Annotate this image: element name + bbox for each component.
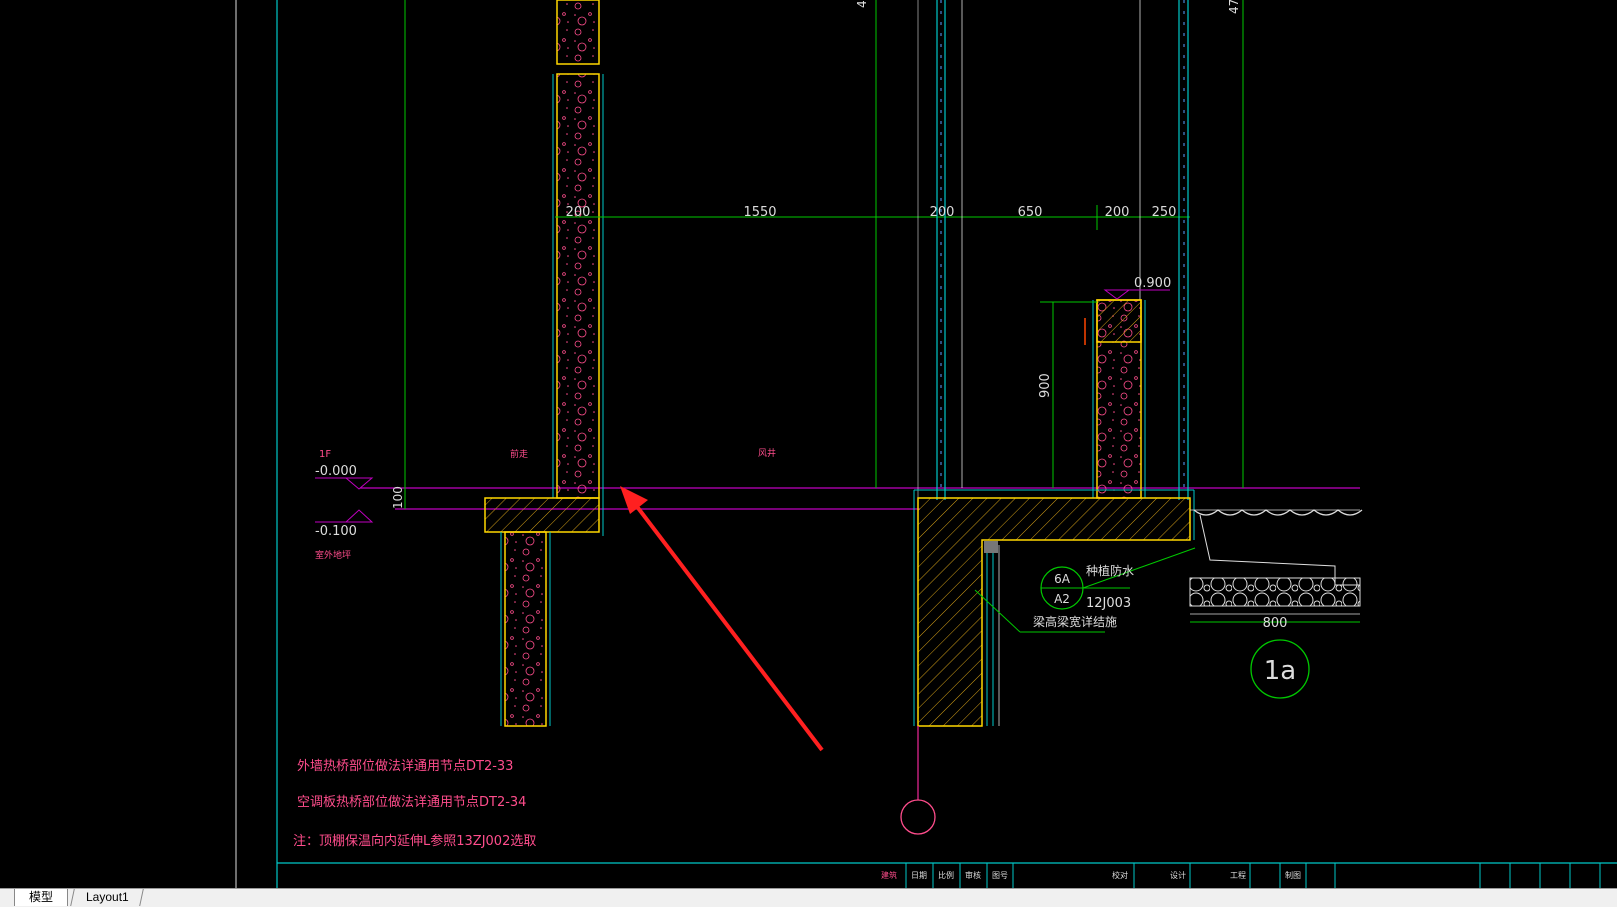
top-mark: 47 xyxy=(1227,0,1241,14)
right-wall-pair-2 xyxy=(1178,0,1189,500)
upper-wall-segment xyxy=(556,0,600,65)
tab-layout1[interactable]: Layout1 xyxy=(70,889,144,906)
title-cell: 审核 xyxy=(965,870,981,880)
title-cell: 校对 xyxy=(1112,870,1128,880)
note-line: 外墙热桥部位做法详通用节点DT2-33 xyxy=(297,759,513,774)
room-label-right: 风井 xyxy=(758,447,776,459)
cad-drawing-canvas[interactable]: 200 1550 200 650 200 250 900 100 800 1F … xyxy=(0,0,1617,888)
level-marker-icon xyxy=(1103,289,1131,300)
floor-level-label: -0.000 xyxy=(315,464,357,479)
note-line: 空调板热桥部位做法详通用节点DT2-34 xyxy=(297,795,526,810)
annotation-arrow-icon xyxy=(620,486,824,752)
detail-index-top: 6A xyxy=(1054,572,1071,586)
gravel-layer xyxy=(1189,577,1361,607)
title-block: 建筑 日期 比例 审核 图号 校对 设计 工程 制图 xyxy=(881,863,1601,888)
soil-line xyxy=(1193,509,1363,516)
insulation-block xyxy=(984,541,998,553)
floor-tag: 1F xyxy=(319,449,331,460)
right-slab-and-wall xyxy=(917,497,1191,727)
title-cell: 制图 xyxy=(1285,870,1301,880)
left-beam xyxy=(484,497,600,533)
right-wall-pair-1 xyxy=(936,0,963,500)
slab-thickness-label: 100 xyxy=(391,486,405,509)
dim-label: 200 xyxy=(930,205,955,220)
parapet-cap xyxy=(1096,299,1142,343)
planting-waterproof-label: 种植防水 xyxy=(1086,563,1134,578)
left-wall xyxy=(556,73,600,499)
title-cell: 工程 xyxy=(1230,871,1246,880)
axis-bubble xyxy=(900,799,936,835)
dim-label: 650 xyxy=(1018,205,1043,220)
dim-label: 200 xyxy=(1105,205,1130,220)
parapet-level-label: 0.900 xyxy=(1134,276,1171,291)
atlas-code-label: 12J003 xyxy=(1086,596,1131,611)
outdoor-level-label: -0.100 xyxy=(315,524,357,539)
dim-label: 200 xyxy=(566,205,591,220)
detail-index-bottom: A2 xyxy=(1054,592,1070,606)
top-mark: 4 xyxy=(855,0,869,8)
section-drawing: 200 1550 200 650 200 250 900 100 800 1F … xyxy=(235,0,1617,888)
section-mark-label: 1a xyxy=(1264,656,1296,686)
parapet-height-label: 900 xyxy=(1038,373,1053,398)
title-cell: 日期 xyxy=(911,871,927,880)
level-marker-icon xyxy=(344,477,374,490)
tab-layout1-label: Layout1 xyxy=(85,890,129,904)
layout-tab-bar: 模型 Layout1 xyxy=(0,888,1617,907)
gravel-width-label: 800 xyxy=(1263,616,1288,631)
tab-model[interactable]: 模型 xyxy=(14,889,68,906)
outdoor-ground-label: 室外地坪 xyxy=(315,549,351,561)
title-cell: 比例 xyxy=(938,870,954,880)
room-label-left: 前走 xyxy=(510,448,528,460)
level-marker-icon xyxy=(344,509,374,523)
note-line: 注：顶棚保温向内延伸L参照13ZJ002选取 xyxy=(293,833,536,849)
title-cell: 图号 xyxy=(992,871,1008,880)
dim-label: 1550 xyxy=(743,205,776,220)
title-cell: 设计 xyxy=(1170,870,1186,880)
title-cell: 建筑 xyxy=(881,870,897,880)
beam-note-label: 梁高梁宽详结施 xyxy=(1033,614,1117,629)
left-foundation xyxy=(504,531,547,727)
dim-label: 250 xyxy=(1152,205,1177,220)
